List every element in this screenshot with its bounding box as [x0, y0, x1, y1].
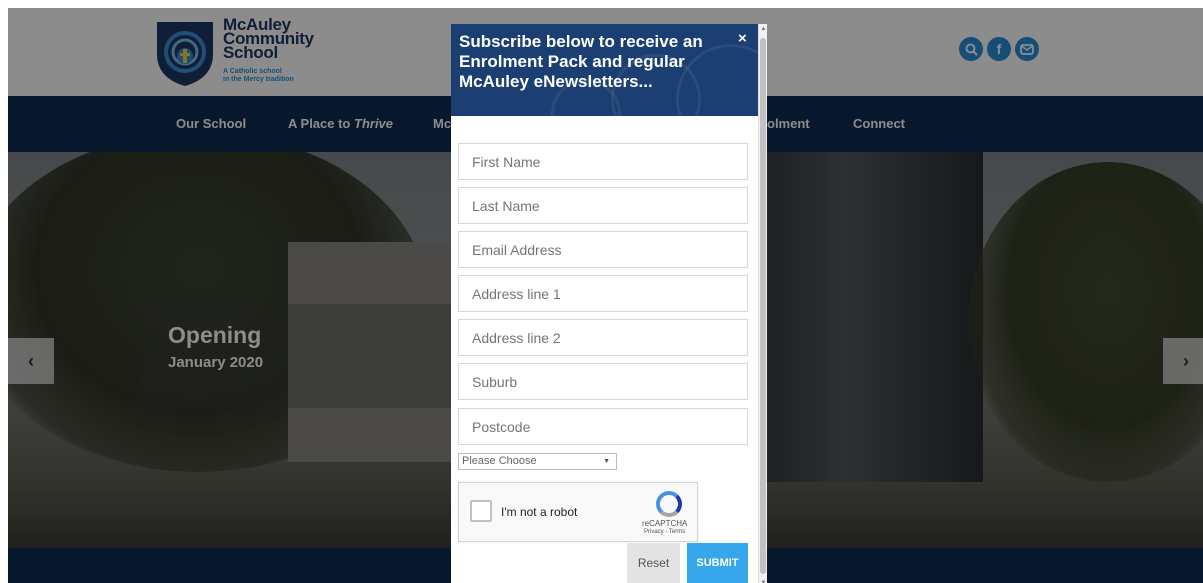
close-icon[interactable]: × — [738, 31, 747, 46]
recaptcha-terms-link[interactable]: Privacy - Terms — [644, 529, 685, 535]
subscribe-modal: Subscribe below to receive an Enrolment … — [451, 24, 767, 583]
recaptcha-brand: reCAPTCHA — [642, 519, 688, 528]
email-field[interactable] — [458, 231, 748, 268]
select-value: Please Choose — [462, 455, 537, 467]
first-name-field[interactable] — [458, 143, 748, 180]
recaptcha-checkbox[interactable] — [470, 500, 492, 522]
chevron-down-icon: ▼ — [603, 458, 610, 465]
address-line-2-field[interactable] — [458, 319, 748, 356]
recaptcha-label: I'm not a robot — [501, 505, 578, 519]
scroll-thumb[interactable] — [760, 38, 766, 574]
modal-title: Subscribe below to receive an Enrolment … — [459, 32, 703, 91]
suburb-field[interactable] — [458, 363, 748, 400]
reset-button[interactable]: Reset — [627, 543, 680, 583]
submit-button[interactable]: SUBMIT — [687, 543, 748, 583]
recaptcha-logo-icon — [656, 491, 682, 517]
modal-header: Subscribe below to receive an Enrolment … — [451, 24, 758, 116]
last-name-field[interactable] — [458, 187, 748, 224]
modal-scrollbar[interactable]: ▲ ▼ — [758, 24, 767, 583]
address-line-1-field[interactable] — [458, 275, 748, 312]
page: McAuley Community School A Catholic scho… — [8, 8, 1203, 583]
postcode-field[interactable] — [458, 408, 748, 445]
choice-select[interactable]: Please Choose ▼ — [458, 453, 617, 470]
recaptcha-widget: I'm not a robot reCAPTCHA Privacy - Term… — [458, 482, 698, 542]
scroll-up-icon[interactable]: ▲ — [759, 26, 767, 32]
